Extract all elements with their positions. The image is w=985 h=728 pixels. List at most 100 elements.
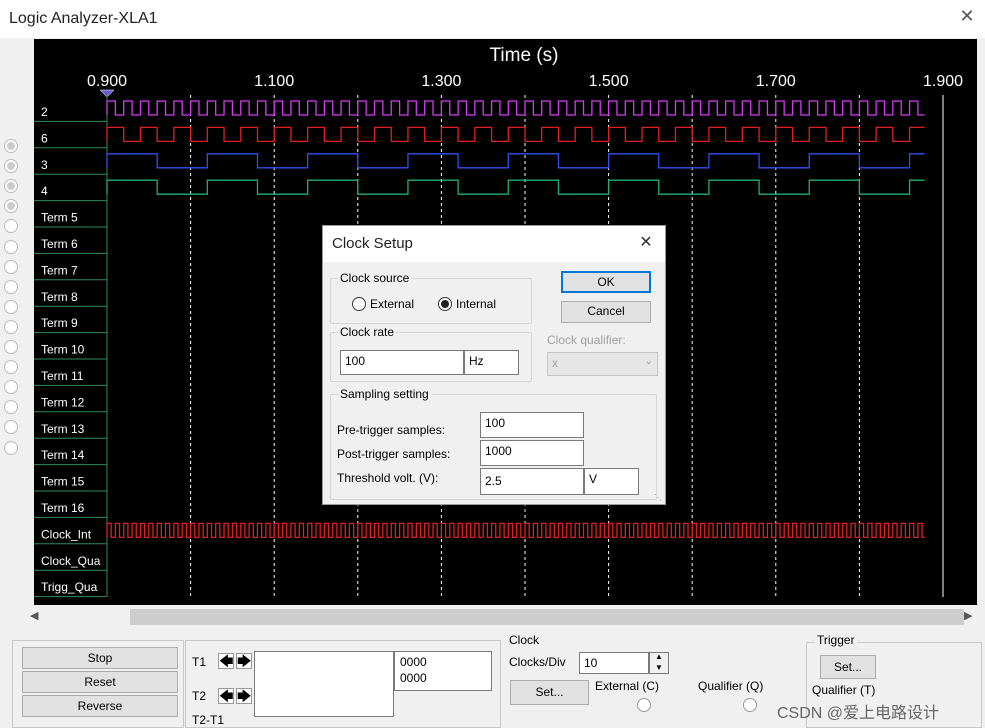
clocks-div-label: Clocks/Div <box>509 655 566 669</box>
close-icon[interactable]: ✕ <box>956 6 978 30</box>
clock-set-button[interactable]: Set... <box>510 680 589 705</box>
external-radio[interactable] <box>352 297 366 311</box>
channel-label: 2 <box>41 105 48 119</box>
run-controls-group: Stop Reset Reverse <box>12 640 184 728</box>
threshold-label: Threshold volt. (V): <box>337 471 439 485</box>
trace-6 <box>106 126 925 143</box>
channel-select-radio[interactable] <box>4 440 18 455</box>
channel-selectors <box>0 139 24 459</box>
clock-rate-unit[interactable]: Hz <box>464 350 519 375</box>
qualifier-t-label: Qualifier (T) <box>812 683 876 697</box>
channel-select-radio[interactable] <box>4 319 18 334</box>
channel-label: 4 <box>41 184 48 198</box>
t2-label: T2 <box>192 689 207 703</box>
channel-label: Clock_Qua <box>41 554 101 568</box>
trigger-set-button[interactable]: Set... <box>820 655 876 679</box>
clocks-div-spinner[interactable]: ▲ ▼ <box>649 652 669 674</box>
clock-qualifier-select[interactable]: x ⌄ <box>547 352 658 376</box>
ok-button[interactable]: OK <box>561 271 651 293</box>
internal-label: Internal <box>456 297 497 311</box>
time-tick-label: 1.100 <box>254 73 294 90</box>
channel-label: Term 10 <box>41 343 85 357</box>
qualifier-q-label: Qualifier (Q) <box>698 679 764 693</box>
cancel-button[interactable]: Cancel <box>561 301 651 323</box>
post-trigger-input[interactable]: 1000 <box>480 440 584 466</box>
pre-trigger-label: Pre-trigger samples: <box>337 423 446 437</box>
time-tick-label: 1.700 <box>756 73 796 90</box>
clock-title: Clock <box>509 633 540 647</box>
channel-label: Term 6 <box>41 237 78 251</box>
channel-label: 3 <box>41 158 48 172</box>
cursor-group: T1 🡄 🡆 T2 🡄 🡆 T2-T1 0000 0000 <box>185 640 501 728</box>
internal-radio[interactable] <box>438 297 452 311</box>
channel-select-radio[interactable] <box>4 299 18 314</box>
scroll-thumb[interactable] <box>130 609 964 625</box>
time-tick-label: 0.900 <box>87 73 127 90</box>
reset-button[interactable]: Reset <box>22 671 178 693</box>
trace-3 <box>106 153 925 169</box>
trace-2 <box>106 100 925 116</box>
clocks-div-input[interactable]: 10 <box>579 652 649 674</box>
dialog-title: Clock Setup <box>332 235 413 252</box>
channel-select-radio[interactable] <box>4 279 18 294</box>
threshold-input[interactable]: 2.5 <box>480 468 584 495</box>
channel-select-radio[interactable] <box>4 400 18 415</box>
time-tick-label: 1.500 <box>589 73 629 90</box>
time-tick-label: 1.300 <box>421 73 461 90</box>
channel-select-radio[interactable] <box>4 139 18 153</box>
channel-label: Term 7 <box>41 263 78 277</box>
t2-right-arrow-icon[interactable]: 🡆 <box>236 688 252 704</box>
channel-select-radio[interactable] <box>4 380 18 395</box>
clock-setup-dialog: Clock Setup ✕ Clock source External Inte… <box>322 225 666 505</box>
t2-t1-label: T2-T1 <box>192 713 225 727</box>
channel-label: Term 12 <box>41 395 85 409</box>
resize-grip-icon[interactable]: ⋱ <box>654 493 662 502</box>
channel-select-radio[interactable] <box>4 199 18 214</box>
horizontal-scrollbar[interactable]: ◀ ▶ <box>30 606 977 628</box>
t2-value: 0000 <box>400 671 427 685</box>
clock-rate-input[interactable]: 100 <box>340 350 464 375</box>
watermark: CSDN @爱上电路设计 <box>777 705 940 722</box>
external-label: External <box>370 297 415 311</box>
channel-select-radio[interactable] <box>4 159 18 174</box>
channel-select-radio[interactable] <box>4 239 18 254</box>
qualifier-q-radio[interactable] <box>743 698 757 712</box>
scroll-right-icon[interactable]: ▶ <box>964 609 972 622</box>
window-title: Logic Analyzer-XLA1 <box>9 10 158 27</box>
clock-source-label: Clock source <box>338 271 412 285</box>
dialog-close-icon[interactable]: ✕ <box>635 232 657 254</box>
channel-label: Term 15 <box>41 475 85 489</box>
channel-label: Term 14 <box>41 448 85 462</box>
channel-label: Term 8 <box>41 290 78 304</box>
channel-label: Term 5 <box>41 211 78 225</box>
clock-rate-label: Clock rate <box>338 325 397 339</box>
channel-select-radio[interactable] <box>4 340 18 354</box>
spin-up-icon[interactable]: ▲ <box>655 652 663 661</box>
channel-select-radio[interactable] <box>4 179 18 194</box>
channel-label: Term 16 <box>41 501 85 515</box>
channel-select-radio[interactable] <box>4 259 18 274</box>
trace-Clock_Int <box>106 522 925 539</box>
spin-down-icon[interactable]: ▼ <box>655 663 663 672</box>
reverse-button[interactable]: Reverse <box>22 695 178 717</box>
cursor-time-box <box>254 651 394 717</box>
threshold-unit[interactable]: V <box>584 468 639 495</box>
t1-right-arrow-icon[interactable]: 🡆 <box>236 653 252 669</box>
time-axis-label: Time (s) <box>490 45 559 66</box>
channel-select-radio[interactable] <box>4 420 18 435</box>
pre-trigger-input[interactable]: 100 <box>480 412 584 438</box>
channel-select-radio[interactable] <box>4 360 18 375</box>
t1-value: 0000 <box>400 655 427 669</box>
trigger-title: Trigger <box>815 633 857 647</box>
channel-label: Term 13 <box>41 422 85 436</box>
post-trigger-label: Post-trigger samples: <box>337 447 451 461</box>
chevron-down-icon: ⌄ <box>644 356 653 367</box>
cursor-value-box: 0000 0000 <box>394 651 492 691</box>
external-c-radio[interactable] <box>637 698 651 712</box>
scroll-left-icon[interactable]: ◀ <box>30 609 38 622</box>
t1-left-arrow-icon[interactable]: 🡄 <box>218 653 234 669</box>
stop-button[interactable]: Stop <box>22 647 178 669</box>
channel-select-radio[interactable] <box>4 219 18 234</box>
t2-left-arrow-icon[interactable]: 🡄 <box>218 688 234 704</box>
channel-label: 6 <box>41 131 48 145</box>
